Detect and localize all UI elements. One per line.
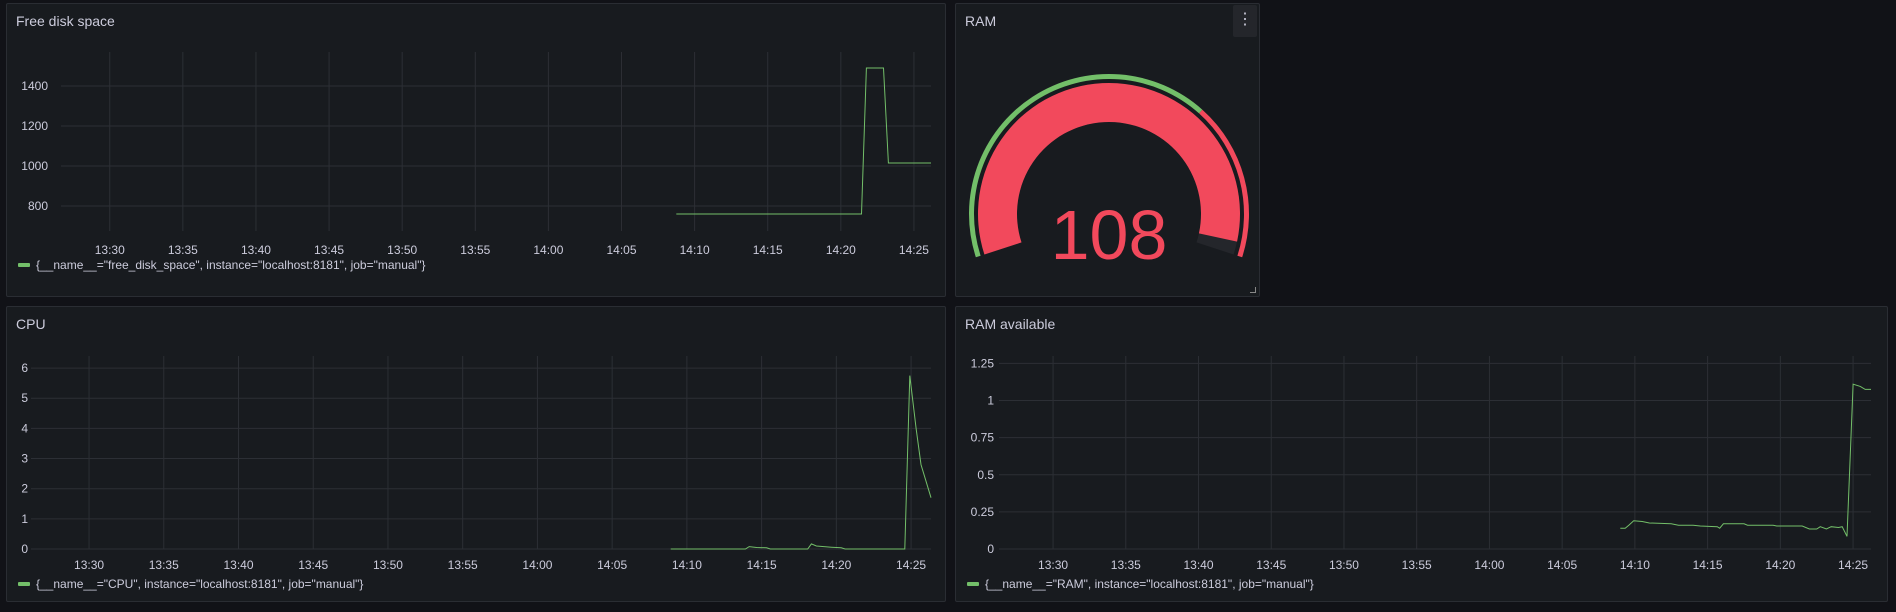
x-tick-label: 13:55 xyxy=(1402,558,1432,572)
legend-item[interactable]: {__name__="free_disk_space", instance="l… xyxy=(18,258,426,272)
y-tick-label: 6 xyxy=(21,361,28,375)
y-tick-label: 1200 xyxy=(21,119,48,133)
x-tick-label: 14:25 xyxy=(899,243,929,257)
x-tick-label: 14:15 xyxy=(1693,558,1723,572)
x-tick-label: 13:30 xyxy=(95,243,125,257)
legend-color-swatch xyxy=(18,263,30,267)
x-tick-label: 14:20 xyxy=(826,243,856,257)
panel-ram-gauge: RAM ⋮ 108 xyxy=(955,3,1260,297)
y-tick-label: 0 xyxy=(21,542,28,556)
panel-ram-available: RAM available 0 0.25 0.5 0.75 1 1.25 13:30 13:3… xyxy=(955,306,1888,602)
ram-available-chart: 0 0.25 0.5 0.75 1 1.25 13:30 13:35 13:40 13:45 13:… xyxy=(971,356,1871,572)
cpu-chart: 0 1 2 3 4 5 6 13:30 13:35 13:40 13:45 13:50 13:55 14:… xyxy=(21,356,932,572)
x-tick-label: 13:50 xyxy=(387,243,417,257)
x-tick-label: 14:05 xyxy=(597,558,627,572)
x-tick-label: 13:40 xyxy=(1183,558,1213,572)
x-tick-label: 14:05 xyxy=(1547,558,1577,572)
x-tick-label: 14:20 xyxy=(1765,558,1795,572)
x-tick-label: 13:50 xyxy=(1329,558,1359,572)
x-tick-label: 14:25 xyxy=(896,558,926,572)
x-tick-label: 13:45 xyxy=(1256,558,1286,572)
x-tick-label: 14:00 xyxy=(522,558,552,572)
x-tick-label: 13:55 xyxy=(460,243,490,257)
x-tick-label: 13:45 xyxy=(314,243,344,257)
x-tick-label: 14:00 xyxy=(533,243,563,257)
x-tick-label: 13:35 xyxy=(1111,558,1141,572)
legend-label: {__name__="CPU", instance="localhost:818… xyxy=(36,577,364,591)
y-tick-label: 0.25 xyxy=(971,505,995,519)
y-tick-label: 2 xyxy=(21,482,28,496)
x-tick-label: 13:40 xyxy=(241,243,271,257)
series-line-free_disk_space xyxy=(676,67,931,215)
legend-color-swatch xyxy=(18,582,30,586)
legend-label: {__name__="RAM", instance="localhost:818… xyxy=(985,577,1314,591)
y-tick-label: 4 xyxy=(21,421,28,435)
y-tick-label: 800 xyxy=(28,199,48,213)
resize-handle[interactable] xyxy=(1250,287,1256,293)
legend-color-swatch xyxy=(967,582,979,586)
x-tick-label: 13:35 xyxy=(149,558,179,572)
y-tick-label: 0.5 xyxy=(977,468,994,482)
panel-free-disk-space: Free disk space 800 1000 1200 1400 13:30 13:3… xyxy=(6,3,946,297)
y-tick-label: 1 xyxy=(987,394,994,408)
x-tick-label: 14:10 xyxy=(680,243,710,257)
x-tick-label: 13:50 xyxy=(373,558,403,572)
x-tick-label: 13:30 xyxy=(74,558,104,572)
y-tick-label: 3 xyxy=(21,452,28,466)
legend-label: {__name__="free_disk_space", instance="l… xyxy=(36,258,426,272)
x-tick-label: 14:10 xyxy=(672,558,702,572)
y-tick-label: 0 xyxy=(987,542,994,556)
x-tick-label: 14:10 xyxy=(1620,558,1650,572)
x-tick-label: 13:45 xyxy=(298,558,328,572)
legend-item[interactable]: {__name__="CPU", instance="localhost:818… xyxy=(18,577,363,591)
y-tick-label: 5 xyxy=(21,391,28,405)
x-tick-label: 13:30 xyxy=(1038,558,1068,572)
x-tick-label: 13:55 xyxy=(448,558,478,572)
x-tick-label: 13:35 xyxy=(168,243,198,257)
gauge-value-text: 108 xyxy=(1051,196,1168,274)
x-tick-label: 13:40 xyxy=(223,558,253,572)
x-tick-label: 14:15 xyxy=(753,243,783,257)
series-line-ram xyxy=(1620,383,1871,537)
legend-item[interactable]: {__name__="RAM", instance="localhost:818… xyxy=(967,577,1314,591)
ram-gauge: 108 xyxy=(969,74,1249,274)
y-tick-label: 1000 xyxy=(21,159,48,173)
x-tick-label: 14:15 xyxy=(747,558,777,572)
y-tick-label: 1.25 xyxy=(971,356,995,370)
x-tick-label: 14:00 xyxy=(1474,558,1504,572)
y-tick-label: 1400 xyxy=(21,79,48,93)
y-tick-label: 1 xyxy=(21,512,28,526)
x-tick-label: 14:25 xyxy=(1838,558,1868,572)
x-tick-label: 14:05 xyxy=(606,243,636,257)
panel-cpu: CPU 0 1 2 3 4 5 6 13:30 13:35 13:40 13:45 13:50 13:5… xyxy=(6,306,946,602)
y-tick-label: 0.75 xyxy=(971,431,995,445)
free-disk-space-chart: 800 1000 1200 1400 13:30 13:35 13:40 13:45 13:50… xyxy=(21,52,931,257)
x-tick-label: 14:20 xyxy=(821,558,851,572)
series-line-cpu xyxy=(670,375,932,550)
